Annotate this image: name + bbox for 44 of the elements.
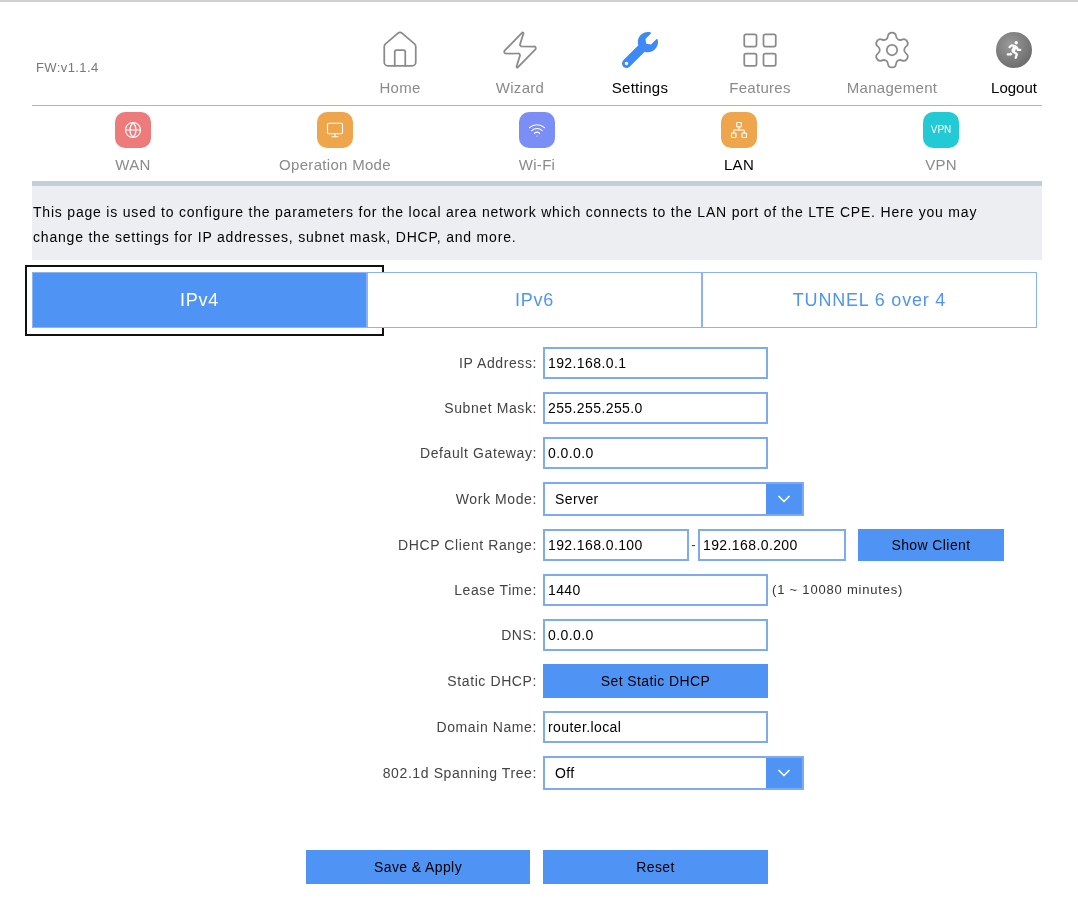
input-field[interactable]: 192.168.0.100	[543, 529, 689, 561]
input-field[interactable]: 1440	[543, 574, 768, 606]
nav-tab[interactable]: Management	[820, 29, 964, 97]
field-label: Work Mode:	[455, 489, 537, 509]
field-label: DNS:	[501, 625, 537, 645]
field-label: Default Gateway:	[420, 443, 537, 463]
field-label: Subnet Mask:	[444, 398, 537, 418]
subnav-tab[interactable]: Operation Mode	[234, 112, 436, 174]
field-label: Static DHCP:	[447, 671, 537, 691]
nav-tab[interactable]: Wizard	[460, 29, 580, 97]
wrench-icon	[619, 29, 661, 71]
input-field[interactable]: 192.168.0.200	[698, 529, 846, 561]
field-label: Lease Time:	[454, 580, 537, 600]
range-separator: -	[690, 536, 697, 555]
description-text: This page is used to configure the parameters for the local area network which connects to the LAN port of the LTE CPE. Here you may change the settings for IP addresses, subnet mask, DHCP, and more.	[33, 203, 979, 247]
input-field[interactable]: router.local	[543, 711, 768, 743]
input-field[interactable]: 0.0.0.0	[543, 437, 768, 469]
apply-button[interactable]: Save & Apply	[306, 850, 530, 884]
reset-button[interactable]: Reset	[543, 850, 768, 884]
field-label: IP Address:	[459, 353, 537, 373]
firmware-version: FW:v1.1.4	[36, 59, 99, 76]
subnav-tab[interactable]: Wi-Fi	[436, 112, 638, 174]
dropdown-field[interactable]: Server	[543, 482, 804, 516]
logout-button[interactable]: Logout	[986, 29, 1042, 97]
vpn-logo: VPN	[923, 112, 959, 148]
subnav-tab[interactable]: VPN VPN	[840, 112, 1042, 174]
nav-tab[interactable]: Features	[700, 29, 820, 97]
dropdown-field[interactable]: Off	[543, 756, 804, 790]
input-field[interactable]: 0.0.0.0	[543, 619, 768, 651]
action-button[interactable]: Show Client	[858, 529, 1004, 561]
subnav-tab[interactable]: WAN	[32, 112, 234, 174]
input-field[interactable]: 255.255.255.0	[543, 392, 768, 424]
action-button[interactable]: Set Static DHCP	[543, 664, 768, 698]
input-field[interactable]: 192.168.0.1	[543, 347, 768, 379]
subnav-tab[interactable]: LAN	[638, 112, 840, 174]
chevron-down-icon	[766, 484, 802, 514]
field-label: 802.1d Spanning Tree:	[382, 763, 537, 783]
nav-tab[interactable]: Settings	[580, 29, 700, 97]
running-figure-icon	[996, 32, 1032, 68]
hint-text: (1 ~ 10080 minutes)	[772, 581, 904, 600]
chevron-down-icon	[766, 758, 802, 788]
field-label: Domain Name:	[436, 717, 537, 737]
field-label: DHCP Client Range:	[398, 535, 537, 555]
nav-tab[interactable]: Home	[340, 29, 460, 97]
